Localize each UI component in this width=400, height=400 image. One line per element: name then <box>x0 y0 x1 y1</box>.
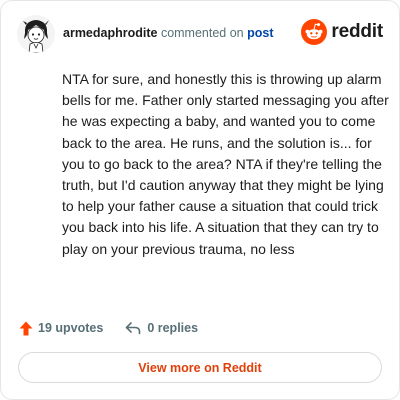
commented-on-text: commented on <box>157 26 248 40</box>
upvote-count: 19 upvotes <box>38 321 104 335</box>
reply-button[interactable]: 0 replies <box>125 321 198 335</box>
reply-count: 0 replies <box>147 321 199 335</box>
reply-arrow-icon <box>126 322 141 335</box>
reddit-snoo-icon <box>301 19 328 45</box>
upvote-arrow-icon <box>19 321 33 335</box>
upvote-button[interactable]: 19 upvotes <box>19 321 103 336</box>
user-avatar-icon <box>17 15 55 53</box>
comment-byline: armedaphrodite commented on post <box>63 26 274 40</box>
username-link[interactable]: armedaphrodite <box>63 26 157 40</box>
post-link[interactable]: post <box>247 26 273 40</box>
reddit-wordmark: reddit <box>331 21 383 42</box>
view-more-button[interactable]: View more on Reddit <box>18 352 382 383</box>
avatar[interactable] <box>17 15 55 53</box>
comment-actions: 19 upvotes 0 replies <box>19 317 198 339</box>
reddit-logo[interactable]: reddit <box>301 19 383 45</box>
comment-header: armedaphrodite commented on post reddit <box>17 15 383 55</box>
comment-card: armedaphrodite commented on post reddit … <box>0 0 400 400</box>
comment-text: NTA for sure, and honestly this is throw… <box>62 71 389 257</box>
